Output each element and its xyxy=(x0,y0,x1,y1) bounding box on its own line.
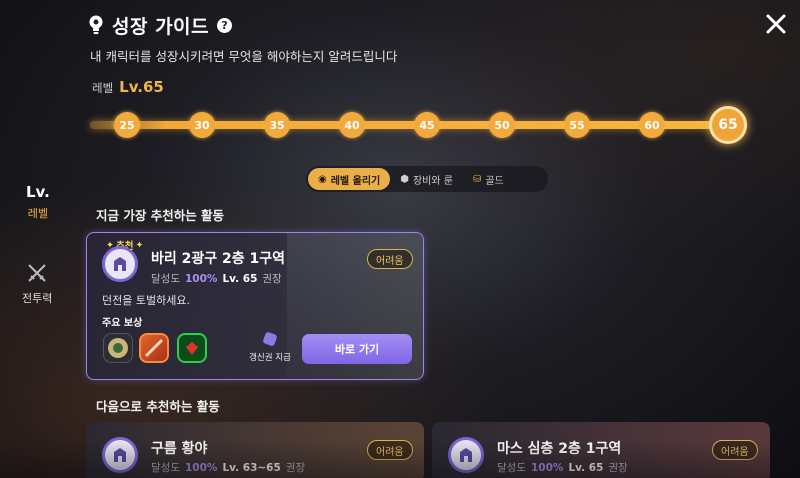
sidebar-item-level[interactable]: Lv. 레벨 xyxy=(26,183,50,221)
ticket-icon xyxy=(262,331,278,347)
reward-item-gem[interactable] xyxy=(177,333,207,363)
activity-description: 던전을 토벌하세요. xyxy=(102,294,190,307)
current-level: 레벨 Lv.65 xyxy=(92,78,164,96)
section-title-next: 다음으로 추천하는 활동 xyxy=(96,399,220,414)
close-button[interactable] xyxy=(762,10,790,38)
level-label: 레벨 xyxy=(92,81,114,95)
level-value: Lv.65 xyxy=(119,78,164,96)
gold-icon: ⛁ xyxy=(472,173,482,185)
gear-rune-icon: ⬢ xyxy=(400,173,409,185)
sidebar-item-combat[interactable]: 전투력 xyxy=(22,262,52,306)
tab-label: 골드 xyxy=(485,175,504,187)
sidebar-item-label: 레벨 xyxy=(27,207,49,220)
milestone-current[interactable]: 65 xyxy=(709,106,747,144)
difficulty-badge: 어려움 xyxy=(367,249,413,269)
activity-stats: 달성도 100% Lv. 65 권장 xyxy=(497,460,628,475)
tab-gear-rune[interactable]: ⬢ 장비와 룬 xyxy=(390,168,463,190)
header: 성장 가이드 ? xyxy=(88,12,233,39)
close-icon xyxy=(766,14,786,34)
activity-title: 구름 황야 xyxy=(151,441,208,457)
milestone-40[interactable]: 40 xyxy=(339,112,365,138)
milestone-35[interactable]: 35 xyxy=(264,112,290,138)
level-up-icon: ◉ xyxy=(318,173,327,185)
page-title: 성장 가이드 xyxy=(112,16,210,38)
milestone-25[interactable]: 25 xyxy=(114,112,140,138)
difficulty-badge: 어려움 xyxy=(712,440,758,460)
difficulty-badge: 어려움 xyxy=(367,440,413,460)
progress-label: 달성도 xyxy=(497,462,526,474)
progress-value: 100% xyxy=(184,462,218,474)
milestone-30[interactable]: 30 xyxy=(189,112,215,138)
dungeon-icon xyxy=(448,437,484,473)
tab-label: 레벨 올리기 xyxy=(330,175,381,187)
section-title-top: 지금 가장 추천하는 활동 xyxy=(96,208,225,223)
progress-label: 달성도 xyxy=(151,462,180,474)
milestone-45[interactable]: 45 xyxy=(414,112,440,138)
progress-label: 달성도 xyxy=(151,273,180,285)
milestone-60[interactable]: 60 xyxy=(639,112,665,138)
lightbulb-icon xyxy=(88,15,104,37)
reward-item-weapon[interactable] xyxy=(139,333,169,363)
dungeon-icon xyxy=(102,437,138,473)
sparkle-icon: ✦ xyxy=(135,239,144,251)
help-icon[interactable]: ? xyxy=(217,18,233,33)
recommended-level: Lv. 65 xyxy=(222,273,258,285)
level-progress-track xyxy=(90,121,730,129)
renewal-ticket: 갱신권 지급 xyxy=(240,331,300,367)
sidebar-level-icon: Lv. xyxy=(26,183,50,201)
tab-label: 장비와 룬 xyxy=(412,175,453,187)
recommended-level: Lv. 63~65 xyxy=(222,462,281,474)
rewards-label: 주요 보상 xyxy=(102,318,143,329)
activity-stats: 달성도 100% Lv. 65 권장 xyxy=(151,271,282,286)
activity-title: 바리 2광구 2층 1구역 xyxy=(151,251,286,267)
page-subtitle: 내 캐릭터를 성장시키려면 무엇을 해야하는지 알려드립니다 xyxy=(90,49,398,64)
dungeon-icon xyxy=(102,246,138,282)
tab-level-up[interactable]: ◉ 레벨 올리기 xyxy=(308,168,391,190)
recommended-suffix: 권장 xyxy=(608,462,628,474)
progress-value: 100% xyxy=(530,462,564,474)
milestone-55[interactable]: 55 xyxy=(564,112,590,138)
recommended-suffix: 권장 xyxy=(262,273,282,285)
sidebar-item-label: 전투력 xyxy=(22,292,53,305)
progress-value: 100% xyxy=(184,273,218,285)
recommended-level: Lv. 65 xyxy=(568,462,604,474)
milestone-50[interactable]: 50 xyxy=(489,112,515,138)
activity-stats: 달성도 100% Lv. 63~65 권장 xyxy=(151,460,305,475)
crossed-swords-icon xyxy=(28,264,46,282)
ticket-label: 갱신권 지급 xyxy=(249,353,291,363)
recommended-suffix: 권장 xyxy=(285,462,306,474)
activity-title: 마스 심층 2층 1구역 xyxy=(497,441,622,457)
category-tabs: ◉ 레벨 올리기 ⬢ 장비와 룬 ⛁ 골드 xyxy=(306,166,548,192)
tab-gold[interactable]: ⛁ 골드 xyxy=(463,168,514,190)
reward-item-emblem[interactable] xyxy=(103,333,133,363)
go-now-button[interactable]: 바로 가기 xyxy=(302,334,412,364)
